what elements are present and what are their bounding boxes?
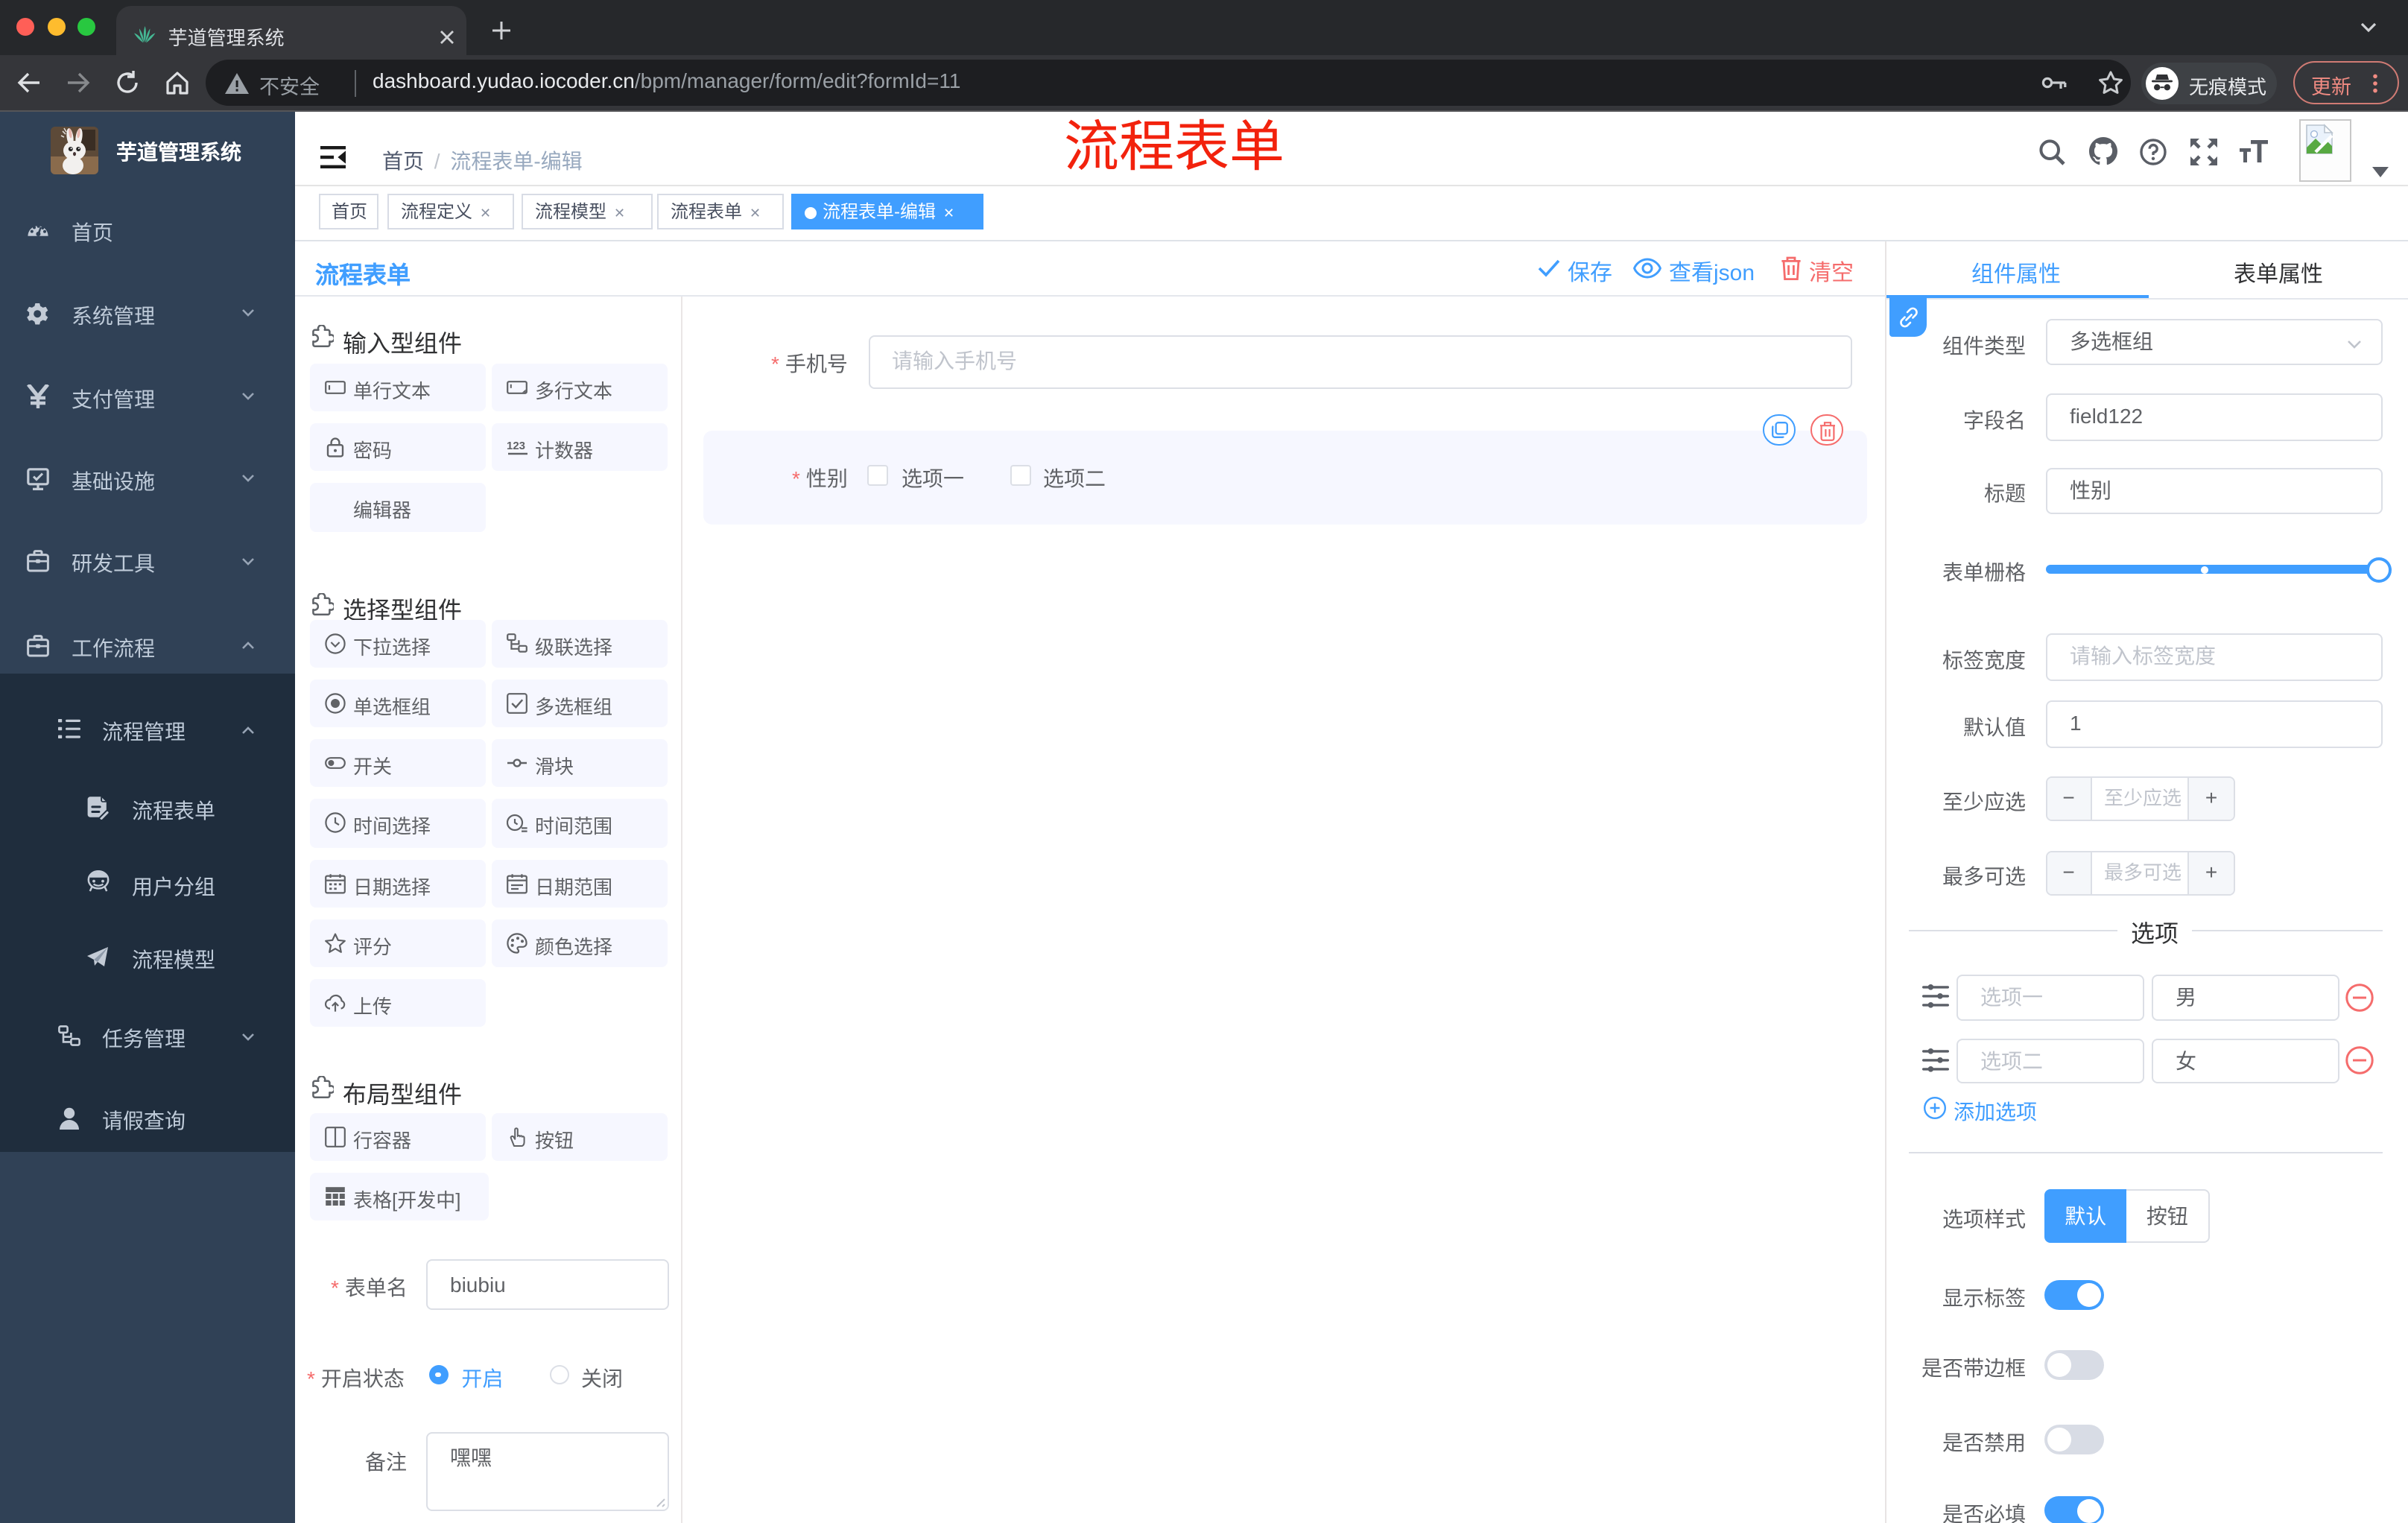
- svg-text:123: 123: [507, 440, 525, 452]
